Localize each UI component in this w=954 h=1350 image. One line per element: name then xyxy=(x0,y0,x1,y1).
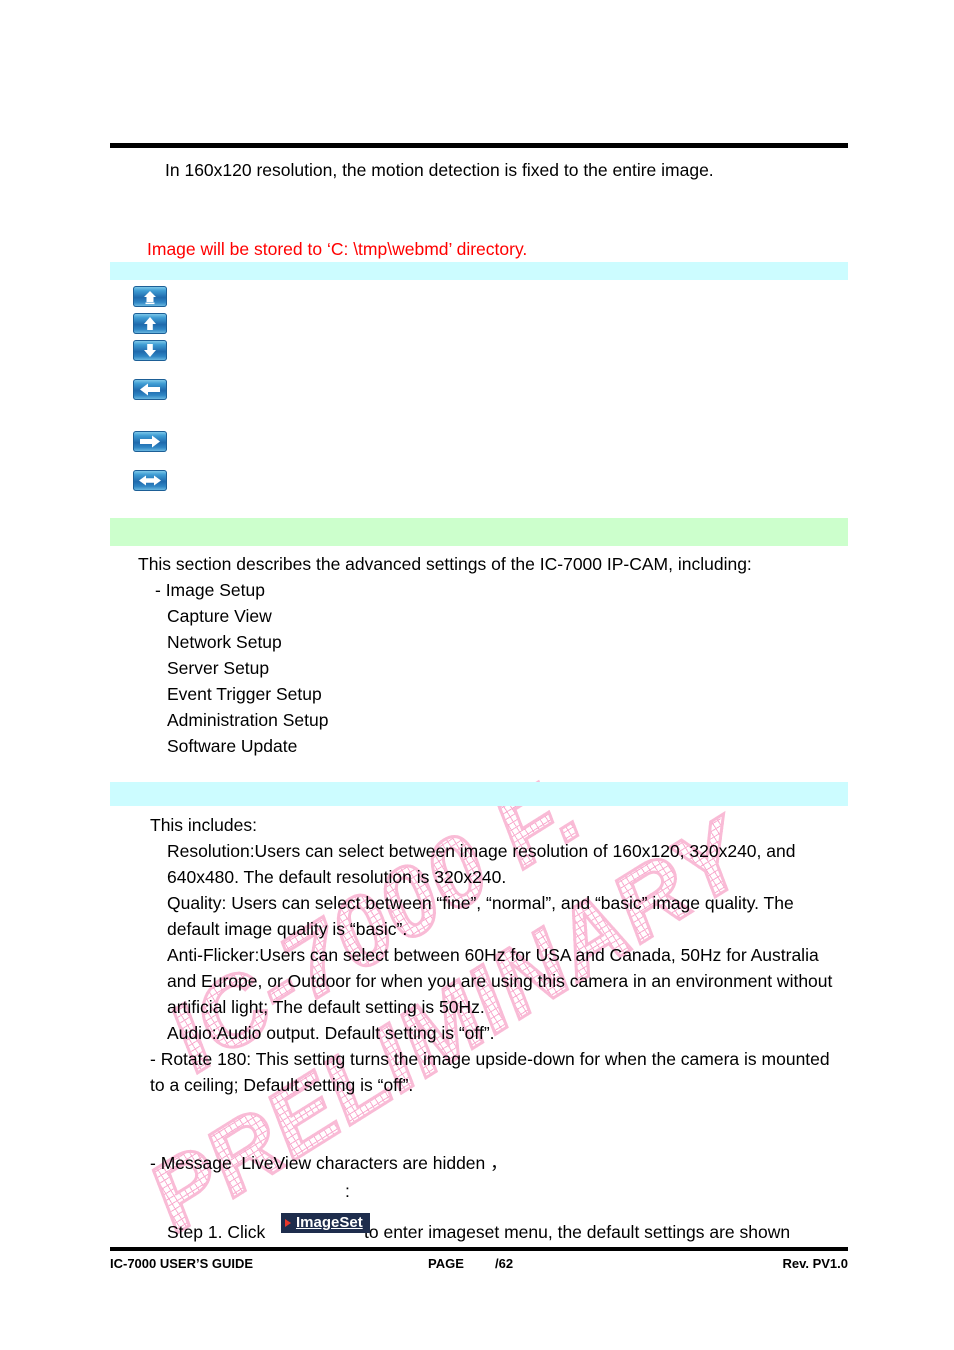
imagesetup-line-quality-2: default image quality is “basic”. xyxy=(167,919,408,939)
footer-page-label: PAGE xyxy=(428,1256,464,1271)
advanced-item-event-trigger-setup: Event Trigger Setup xyxy=(167,684,322,704)
imagesetup-line-antiflicker-1: Anti-Flicker:Users can select between 60… xyxy=(167,945,819,965)
imagesetup-intro: This includes: xyxy=(150,815,257,835)
arrow-up-icon[interactable] xyxy=(133,313,167,334)
imagesetup-line-rotate-2: to a ceiling; Default setting is “off”. xyxy=(150,1075,414,1095)
arrow-left-icon[interactable] xyxy=(133,379,167,400)
section-banner-image-setup xyxy=(110,782,848,806)
advanced-item-image-setup: - Image Setup xyxy=(155,580,265,600)
advanced-item-network-setup: Network Setup xyxy=(167,632,282,652)
advanced-item-server-setup: Server Setup xyxy=(167,658,270,678)
footer-divider-rule xyxy=(110,1247,848,1251)
footer-guide-title: IC-7000 USER’S GUIDE xyxy=(110,1256,254,1271)
imagesetup-line-message: - Message LiveView characters are hidden… xyxy=(150,1153,508,1173)
note-storage-path: Image will be stored to ‘C: \tmp\webmd’ … xyxy=(147,239,528,259)
footer-page-value: /62 xyxy=(495,1256,514,1271)
imagesetup-colon-line: : xyxy=(345,1181,350,1201)
arrow-down-icon[interactable] xyxy=(133,340,167,361)
arrow-right-icon[interactable] xyxy=(133,431,167,452)
step-1-suffix: to enter imageset menu, the default sett… xyxy=(364,1222,791,1242)
advanced-item-software-update: Software Update xyxy=(167,736,298,756)
advanced-item-capture-view: Capture View xyxy=(167,606,272,626)
imagesetup-line-rotate-1: - Rotate 180: This setting turns the ima… xyxy=(150,1049,830,1069)
imagesetup-line-resolution-2: 640x480. The default resolution is 320x2… xyxy=(167,867,507,887)
advanced-item-administration-setup: Administration Setup xyxy=(167,710,329,730)
section-banner-navigation xyxy=(110,262,848,280)
imageset-button[interactable]: ImageSet xyxy=(281,1213,370,1233)
header-divider-rule xyxy=(110,143,848,148)
footer-revision: Rev. PV1.0 xyxy=(782,1256,848,1271)
imagesetup-line-audio: Audio:Audio output. Default setting is “… xyxy=(167,1023,495,1043)
document-page: In 160x120 resolution, the motion detect… xyxy=(0,0,954,1350)
step-1-prefix: Step 1. Click xyxy=(167,1222,266,1242)
imagesetup-line-resolution-1: Resolution:Users can select between imag… xyxy=(167,841,796,861)
note-motion-detection: In 160x120 resolution, the motion detect… xyxy=(165,160,714,180)
section-banner-advanced-settings xyxy=(110,518,848,546)
imagesetup-line-antiflicker-2: and Europe, or Outdoor for when you are … xyxy=(167,971,833,991)
imagesetup-line-antiflicker-3: artificial light; The default setting is… xyxy=(167,997,485,1017)
home-icon[interactable] xyxy=(133,286,167,307)
advanced-intro: This section describes the advanced sett… xyxy=(138,554,752,574)
caret-right-icon xyxy=(285,1218,291,1227)
imagesetup-line-quality-1: Quality: Users can select between “fine”… xyxy=(167,893,794,913)
arrow-left-right-icon[interactable] xyxy=(133,470,167,491)
imageset-button-label: ImageSet xyxy=(296,1214,363,1231)
